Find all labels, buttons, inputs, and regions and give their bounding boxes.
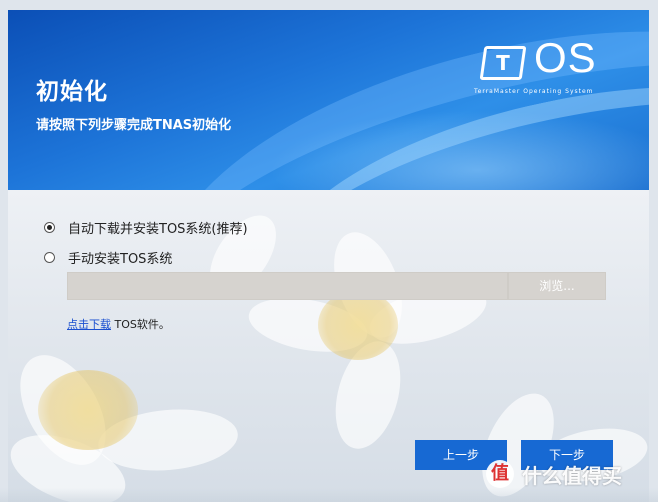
download-link[interactable]: 点击下载 <box>67 318 111 331</box>
watermark-text: 什么值得买 <box>522 463 622 488</box>
page-title: 初始化 <box>36 79 108 105</box>
manual-install-radio[interactable] <box>44 252 55 263</box>
option-manual-install[interactable]: 手动安装TOS系统 <box>44 248 172 267</box>
tos-logo-wordmark: OS <box>534 34 597 81</box>
watermark-logo-icon: 值 <box>486 460 514 488</box>
daisy-center <box>318 290 398 360</box>
download-hint: 点击下载 TOS软件。 <box>67 316 170 332</box>
page-subtitle: 请按照下列步骤完成TNAS初始化 <box>36 118 232 133</box>
watermark: 值 什么值得买 <box>486 456 622 492</box>
auto-install-radio[interactable] <box>44 222 55 233</box>
manual-install-label[interactable]: 手动安装TOS系统 <box>68 248 172 267</box>
tos-logo-tagline: TerraMaster Operating System <box>474 88 594 95</box>
daisy-center <box>38 370 138 450</box>
download-suffix: TOS软件。 <box>111 318 170 331</box>
file-path-field[interactable] <box>67 272 508 300</box>
tos-logo-mark: T <box>479 46 527 80</box>
browse-button[interactable]: 浏览... <box>508 272 606 300</box>
auto-install-label[interactable]: 自动下载并安装TOS系统(推荐) <box>68 218 248 237</box>
tos-logo: T OS TerraMaster Operating System <box>474 34 632 102</box>
header-glow <box>268 110 649 190</box>
option-auto-install[interactable]: 自动下载并安装TOS系统(推荐) <box>44 218 248 237</box>
tos-logo-mark-letter: T <box>496 51 510 75</box>
